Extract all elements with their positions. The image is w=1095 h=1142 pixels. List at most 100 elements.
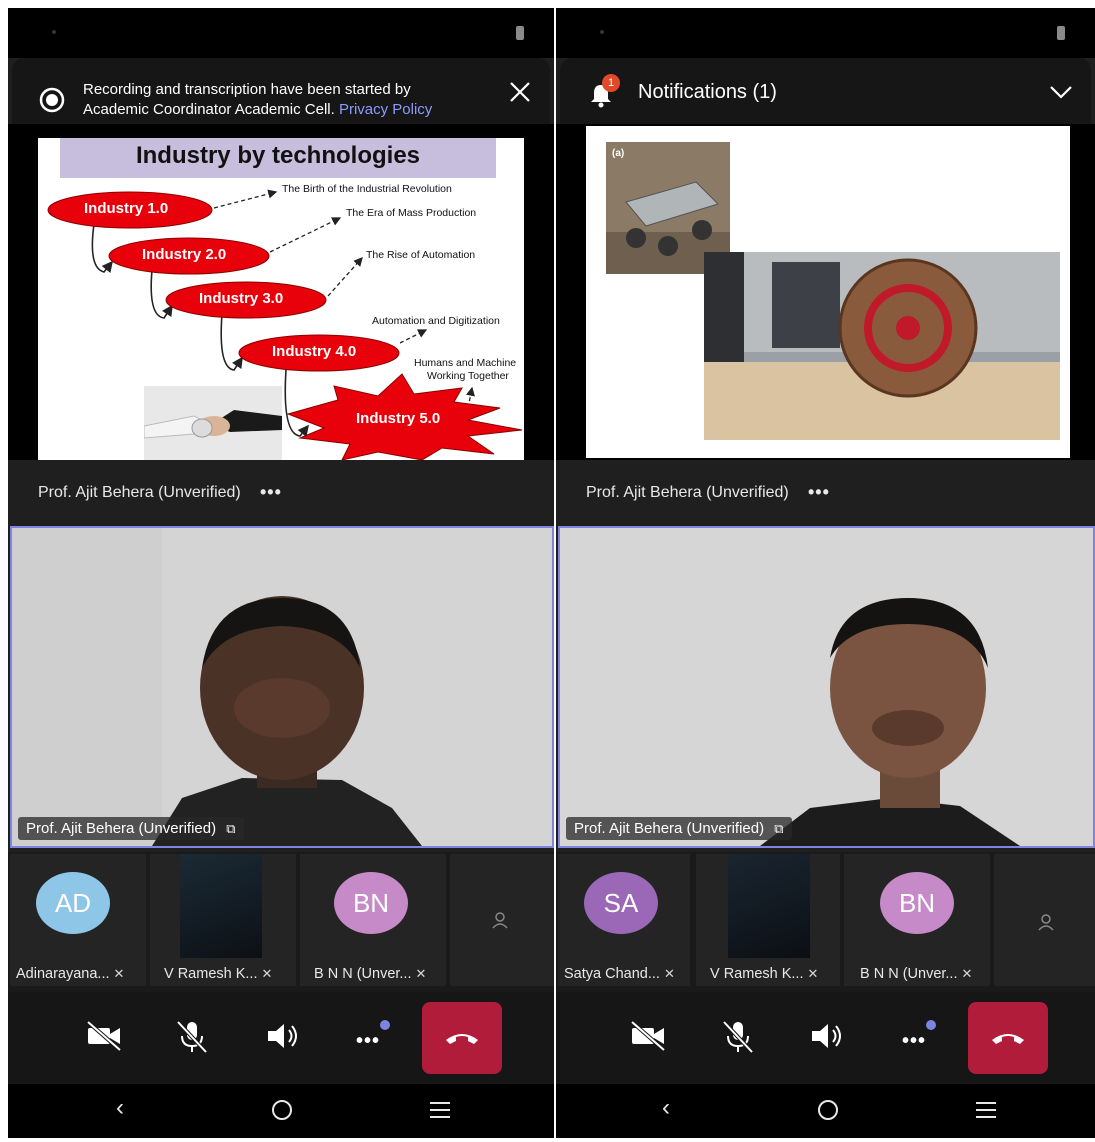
notifications-title: Notifications (1) [638, 81, 777, 103]
call-controls: ••• [8, 992, 554, 1084]
video-name-tag: Prof. Ajit Behera (Unverified) ⧉ [18, 817, 244, 840]
battery-icon [516, 26, 524, 40]
unread-dot [380, 1020, 390, 1030]
participant-name: Adinarayana... ✕ [16, 966, 140, 982]
caption-5b: Working Together [427, 370, 509, 382]
avatar: BN [880, 872, 954, 934]
industry-3-label: Industry 3.0 [199, 290, 284, 307]
back-icon[interactable]: ‹ [116, 1094, 124, 1122]
participant-video-thumb [728, 854, 810, 958]
chevron-down-icon[interactable] [1049, 84, 1073, 100]
industry-2-label: Industry 2.0 [142, 246, 227, 263]
speaker-video-feed [12, 528, 552, 846]
caption-5a: Humans and Machine [414, 357, 517, 369]
unread-dot [926, 1020, 936, 1030]
video-name-label: Prof. Ajit Behera (Unverified) [574, 820, 765, 837]
mic-off-icon[interactable] [718, 1016, 758, 1056]
presenter-name: Prof. Ajit Behera (Unverified) [586, 484, 789, 501]
shared-content-stage: Industry by technologies Industry 1.0 In… [8, 124, 554, 460]
shared-content-stage: (a) [556, 124, 1095, 460]
more-options-icon[interactable]: ••• [808, 482, 830, 503]
presenter-bar: Prof. Ajit Behera (Unverified) ••• [8, 460, 554, 526]
industry-4-label: Industry 4.0 [272, 343, 357, 360]
call-controls: ••• [556, 992, 1095, 1084]
participant-name-text: Satya Chand... [564, 966, 660, 982]
mic-off-icon[interactable] [172, 1016, 212, 1056]
camera-dot [600, 30, 604, 34]
system-nav-bar: ‹ [556, 1084, 1095, 1138]
participant-name: B N N (Unver... ✕ [314, 966, 440, 982]
mic-off-icon: ✕ [261, 966, 273, 981]
home-icon[interactable] [816, 1098, 840, 1122]
participant-tile[interactable]: SA Satya Chand... ✕ [558, 854, 690, 986]
mic-off-icon: ✕ [807, 966, 819, 981]
screen-share-icon: ⧉ [226, 821, 236, 836]
speaker-video-feed [560, 528, 1093, 846]
screen-share-icon: ⧉ [774, 821, 784, 836]
close-icon[interactable] [508, 80, 532, 104]
caption-3: The Rise of Automation [366, 249, 476, 261]
more-actions-button[interactable]: ••• [352, 1016, 392, 1056]
handshake-image [144, 386, 282, 460]
participant-strip: SA Satya Chand... ✕ V Ramesh K... ✕ BN B… [556, 852, 1095, 992]
presenter-bar: Prof. Ajit Behera (Unverified) ••• [556, 460, 1095, 526]
speaker-icon[interactable] [262, 1016, 302, 1056]
recents-icon[interactable] [974, 1100, 998, 1120]
presenter-name: Prof. Ajit Behera (Unverified) [38, 484, 241, 501]
mic-off-icon: ✕ [113, 966, 125, 981]
presentation-slide: (a) [586, 126, 1070, 458]
more-dots-icon: ••• [356, 1030, 381, 1052]
participant-tile[interactable]: BN B N N (Unver... ✕ [300, 854, 446, 986]
more-options-icon[interactable]: ••• [260, 482, 282, 503]
speaker-video[interactable]: Prof. Ajit Behera (Unverified) ⧉ [10, 526, 554, 848]
participant-tile[interactable] [994, 854, 1095, 986]
status-bar [556, 8, 1095, 58]
record-icon [39, 87, 65, 113]
participant-name-text: Adinarayana... [16, 966, 110, 982]
industry-1-label: Industry 1.0 [84, 200, 169, 217]
notifications-header[interactable]: 1 Notifications (1) [560, 58, 1091, 124]
wheel-experiment-image [704, 252, 1060, 440]
mic-off-icon: ✕ [663, 966, 675, 981]
video-name-tag: Prof. Ajit Behera (Unverified) ⧉ [566, 817, 792, 840]
caption-1: The Birth of the Industrial Revolution [282, 183, 452, 195]
participant-name-text: B N N (Unver... [860, 966, 958, 982]
participant-name-text: V Ramesh K... [710, 966, 804, 982]
participant-name: Satya Chand... ✕ [564, 966, 684, 982]
recents-icon[interactable] [428, 1100, 452, 1120]
mic-off-icon: ✕ [961, 966, 973, 981]
more-actions-button[interactable]: ••• [898, 1016, 938, 1056]
camera-off-icon[interactable] [84, 1016, 124, 1056]
speaker-icon[interactable] [806, 1016, 846, 1056]
hang-up-button[interactable] [968, 1002, 1048, 1074]
privacy-policy-link[interactable]: Privacy Policy [339, 101, 432, 118]
right-phone-screen: 1 Notifications (1) (a) Prof. Ajit Beher… [556, 8, 1095, 1138]
phone-hangup-icon [446, 1034, 478, 1044]
left-phone-screen: Recording and transcription have been st… [8, 8, 554, 1138]
participant-name: B N N (Unver... ✕ [860, 966, 984, 982]
participant-tile[interactable] [450, 854, 554, 986]
notification-badge: 1 [602, 74, 620, 92]
panel-label: (a) [612, 148, 625, 159]
participant-tile[interactable]: BN B N N (Unver... ✕ [844, 854, 990, 986]
hang-up-button[interactable] [422, 1002, 502, 1074]
back-icon[interactable]: ‹ [662, 1094, 670, 1122]
participant-tile[interactable]: AD Adinarayana... ✕ [10, 854, 146, 986]
speaker-video[interactable]: Prof. Ajit Behera (Unverified) ⧉ [558, 526, 1095, 848]
camera-dot [52, 30, 56, 34]
home-icon[interactable] [270, 1098, 294, 1122]
phone-hangup-icon [992, 1034, 1024, 1044]
status-bar [8, 8, 554, 58]
participant-name: V Ramesh K... ✕ [164, 966, 290, 982]
participant-tile[interactable]: V Ramesh K... ✕ [696, 854, 840, 986]
banner-line1: Recording and transcription have been st… [83, 81, 411, 98]
participant-name: V Ramesh K... ✕ [710, 966, 834, 982]
banner-text: Recording and transcription have been st… [83, 80, 432, 120]
caption-4: Automation and Digitization [372, 315, 500, 327]
camera-off-icon[interactable] [628, 1016, 668, 1056]
participant-tile[interactable]: V Ramesh K... ✕ [150, 854, 296, 986]
more-dots-icon: ••• [902, 1030, 927, 1052]
participant-video-thumb [180, 854, 262, 958]
caption-2: The Era of Mass Production [346, 207, 477, 219]
person-icon [492, 912, 508, 929]
